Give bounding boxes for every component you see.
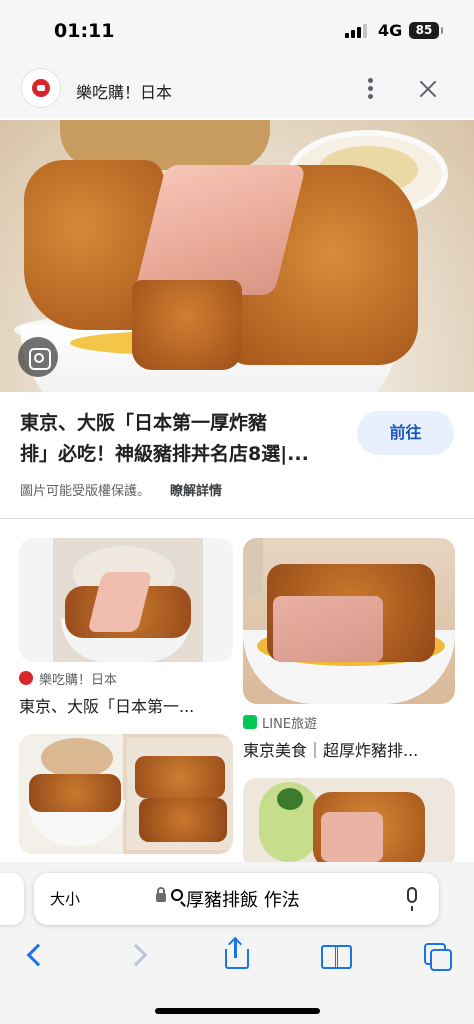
address-bar[interactable]: 大小 厚豬排飯 作法: [34, 873, 439, 925]
home-indicator[interactable]: [155, 1008, 320, 1014]
more-vert-icon[interactable]: [360, 76, 380, 102]
result-title-line1: 東京、大阪「日本第一厚炸豬: [20, 412, 268, 434]
lens-search-icon[interactable]: [18, 337, 58, 377]
related-image-1[interactable]: [19, 538, 233, 662]
back-icon[interactable]: [16, 935, 56, 975]
related-image-4[interactable]: [243, 778, 455, 868]
related-title[interactable]: 東京、大阪「日本第一...: [19, 693, 194, 717]
network-type: 4G: [378, 21, 403, 40]
visit-button[interactable]: 前往: [357, 411, 454, 455]
battery-icon: 85: [409, 22, 443, 39]
result-title[interactable]: 東京、大阪「日本第一厚炸豬 排」必吃！神級豬排丼名店8選|...: [20, 408, 350, 470]
divider: [0, 518, 474, 519]
site-logo-icon[interactable]: [21, 68, 61, 108]
result-title-line2: 排」必吃！神級豬排丼名店8選|...: [20, 443, 309, 465]
lock-icon: [156, 887, 166, 902]
close-icon[interactable]: [416, 77, 440, 101]
related-image-2[interactable]: [243, 538, 455, 704]
mic-icon[interactable]: [407, 887, 417, 911]
related-title[interactable]: 東京美食｜超厚炸豬排...: [243, 737, 418, 761]
copyright-note: 圖片可能受版權保護。: [20, 484, 151, 499]
search-icon: [171, 889, 183, 901]
source-logo-icon: [19, 671, 33, 685]
text-size-button[interactable]: 大小: [50, 888, 80, 909]
site-name[interactable]: 樂吃購！日本: [76, 79, 172, 103]
related-image-3[interactable]: [19, 734, 233, 854]
source-label[interactable]: LINE旅遊: [262, 713, 317, 732]
hero-image[interactable]: [0, 120, 474, 392]
share-icon[interactable]: [217, 935, 257, 975]
line-logo-icon: [243, 715, 257, 729]
source-label[interactable]: 樂吃購！日本: [39, 669, 117, 688]
previous-tab-preview[interactable]: [0, 873, 24, 925]
status-bar: 01:11 4G 85: [0, 0, 474, 62]
search-query[interactable]: 厚豬排飯 作法: [186, 886, 300, 912]
signal-icon: [345, 24, 371, 38]
learn-more-link[interactable]: 瞭解詳情: [170, 480, 222, 499]
tabs-icon[interactable]: [418, 935, 458, 975]
viewer-header: 樂吃購！日本: [0, 62, 474, 118]
bookmarks-icon[interactable]: [317, 935, 357, 975]
forward-icon[interactable]: [118, 935, 158, 975]
status-time: 01:11: [54, 20, 115, 42]
